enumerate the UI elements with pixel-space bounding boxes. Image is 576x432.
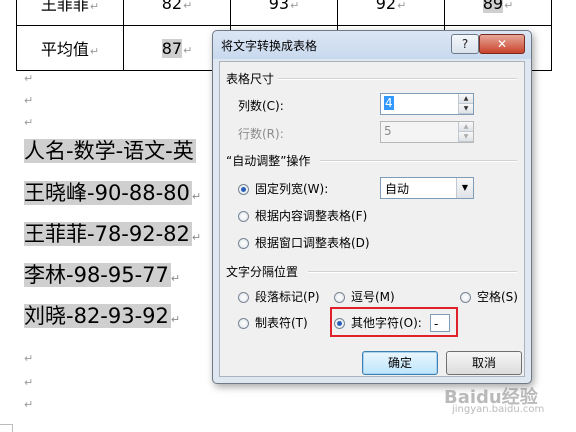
table-cell[interactable]: 89↵: [444, 0, 552, 26]
radio-icon: [238, 238, 249, 249]
chevron-down-icon[interactable]: ▼: [456, 178, 473, 198]
dialog-body: 表格尺寸 列数(C): 4 ▲ ▼ 行数(R): 5 ▲ ▼ “自动调整”操作 …: [219, 61, 525, 377]
group-label-autofit: “自动调整”操作: [226, 152, 315, 169]
radio-comma[interactable]: 逗号(M): [334, 290, 395, 304]
group-label-table-size: 表格尺寸: [226, 70, 279, 87]
table-cell[interactable]: 93↵: [230, 0, 338, 26]
columns-spinner-arrows[interactable]: ▲ ▼: [458, 94, 473, 114]
paragraph-mark: ↵: [24, 72, 34, 85]
radio-selected-icon: [238, 184, 249, 195]
columns-label: 列数(C):: [238, 99, 284, 113]
radio-fixed-width[interactable]: 固定列宽(W):: [238, 182, 328, 196]
highlight-annotation-box: [330, 307, 458, 337]
paragraph-mark: ↵: [24, 352, 34, 365]
group-divider: [272, 78, 517, 80]
radio-tab[interactable]: 制表符(T): [238, 316, 308, 330]
columns-value[interactable]: 4: [384, 96, 394, 110]
rows-label: 行数(R):: [238, 127, 284, 141]
paragraph-mark: ↵: [24, 376, 34, 389]
radio-icon: [334, 292, 345, 303]
cancel-button[interactable]: 取消: [446, 351, 522, 375]
table-row: 王菲菲↵ 82↵ 93↵ 92↵ 89↵: [16, 0, 552, 26]
radio-autofit-content[interactable]: 根据内容调整表格(F): [238, 209, 367, 223]
spin-down-icon[interactable]: ▼: [459, 104, 473, 114]
ok-button[interactable]: 确定: [362, 351, 438, 375]
group-label-separator: 文字分隔位置: [226, 263, 303, 280]
radio-icon: [238, 318, 249, 329]
text-line[interactable]: 李林-98-95-77 ↵: [24, 257, 180, 293]
paragraph-mark: ↵: [24, 398, 34, 411]
dialog-title: 将文字转换成表格: [221, 39, 318, 53]
table-cell[interactable]: 王菲菲↵: [16, 0, 124, 26]
radio-icon: [460, 292, 471, 303]
rows-value: 5: [384, 124, 392, 138]
radio-icon: [238, 292, 249, 303]
radio-space[interactable]: 空格(S): [460, 290, 518, 304]
table-cell[interactable]: 92↵: [337, 0, 445, 26]
watermark-url: jingyan.baidu.com: [452, 404, 545, 415]
spin-down-icon: ▼: [459, 132, 473, 142]
text-line[interactable]: 王菲菲-78-92-82 ↵: [24, 216, 201, 252]
help-button[interactable]: ?: [451, 34, 479, 54]
table-cell[interactable]: 82↵: [123, 0, 231, 26]
fixed-width-value: 自动: [385, 182, 410, 196]
text-line[interactable]: 刘晓-82-93-92 ↵: [24, 298, 180, 334]
group-divider: [320, 160, 517, 162]
close-button[interactable]: ✕: [479, 34, 525, 54]
group-divider: [308, 271, 517, 273]
spin-up-icon[interactable]: ▲: [459, 94, 473, 104]
spin-up-icon: ▲: [459, 122, 473, 132]
radio-icon: [238, 211, 249, 222]
paragraph-mark: ↵: [24, 94, 34, 107]
dialog-titlebar[interactable]: 将文字转换成表格 ? ✕: [213, 31, 531, 59]
table-cell[interactable]: 平均值↵: [16, 25, 124, 71]
convert-text-to-table-dialog: 将文字转换成表格 ? ✕ 表格尺寸 列数(C): 4 ▲ ▼ 行数(R): 5 …: [212, 30, 532, 384]
fixed-width-combo[interactable]: 自动 ▼: [380, 177, 474, 199]
columns-spinner[interactable]: 4 ▲ ▼: [380, 93, 474, 115]
paragraph-mark: ↵: [24, 116, 34, 129]
text-line[interactable]: 人名-数学-语文-英: [24, 133, 196, 169]
radio-paragraph-mark[interactable]: 段落标记(P): [238, 290, 320, 304]
radio-autofit-window[interactable]: 根据窗口调整表格(D): [238, 236, 370, 250]
rows-spinner-arrows: ▲ ▼: [458, 122, 473, 142]
rows-spinner: 5 ▲ ▼: [380, 121, 474, 143]
text-line[interactable]: 王晓峰-90-88-80 ↵: [24, 175, 201, 211]
